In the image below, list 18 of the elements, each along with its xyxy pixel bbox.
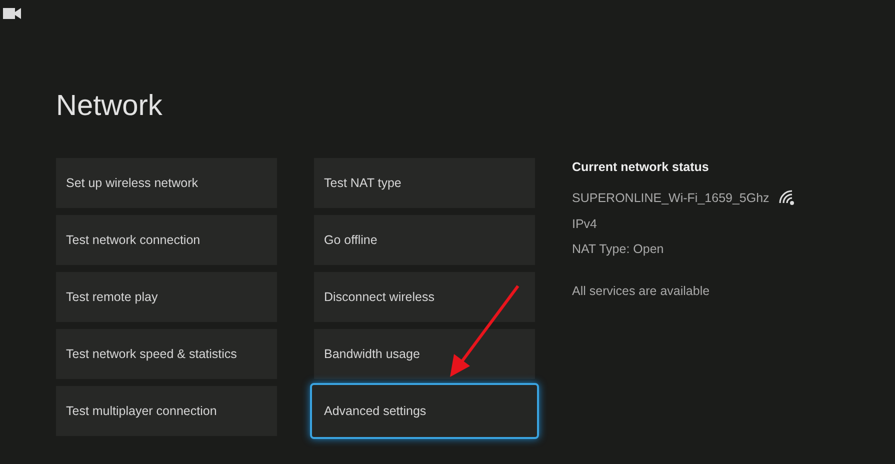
menu-tile[interactable]: Bandwidth usage (314, 329, 535, 379)
services-status-text: All services are available (572, 284, 711, 298)
video-camera-icon (3, 8, 21, 19)
menu-tile[interactable]: Test network connection (56, 215, 277, 265)
menu-tile[interactable]: Disconnect wireless (314, 272, 535, 322)
menu-tile[interactable]: Test multiplayer connection (56, 386, 277, 436)
menu-tile[interactable]: Test network speed & statistics (56, 329, 277, 379)
protocol-text: IPv4 (572, 217, 598, 231)
menu-tile[interactable]: Set up wireless network (56, 158, 277, 208)
page-title: Network (56, 89, 164, 124)
wifi-icon (779, 190, 796, 206)
status-heading: Current network status (572, 160, 710, 174)
nat-type-text: NAT Type: Open (572, 242, 665, 256)
menu-tile[interactable]: Advanced settings (310, 383, 539, 439)
network-name: SUPERONLINE_Wi-Fi_1659_5Ghz (572, 191, 770, 205)
menu-tile[interactable]: Test remote play (56, 272, 277, 322)
menu-tile[interactable]: Go offline (314, 215, 535, 265)
menu-tile[interactable]: Test NAT type (314, 158, 535, 208)
